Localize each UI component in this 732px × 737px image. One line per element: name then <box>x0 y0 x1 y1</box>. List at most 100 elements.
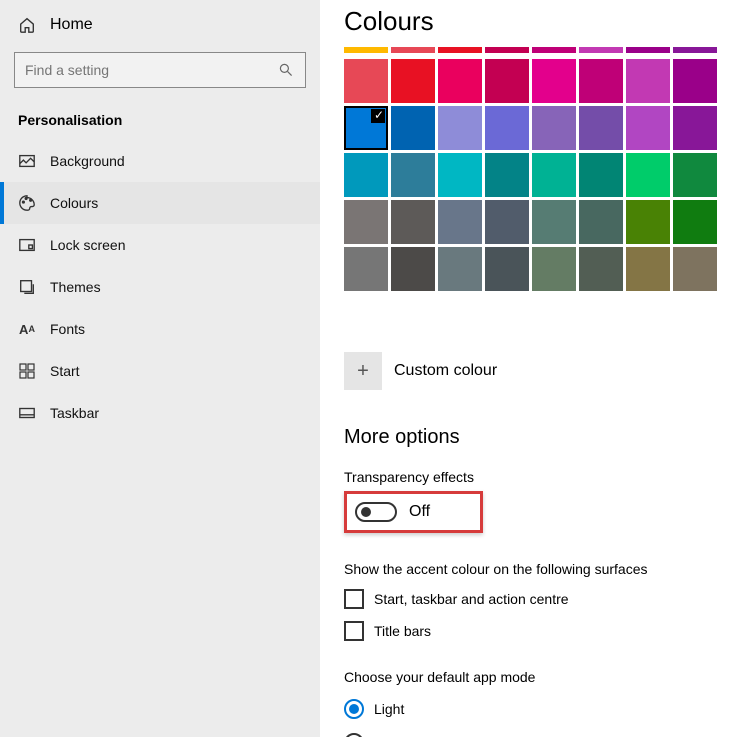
plus-icon[interactable]: + <box>344 352 382 390</box>
color-swatch[interactable] <box>579 59 623 103</box>
sidebar-item-lockscreen[interactable]: Lock screen <box>0 224 320 266</box>
accent-swatch <box>579 47 623 53</box>
color-swatch[interactable] <box>673 247 717 291</box>
home-icon <box>18 16 36 34</box>
sidebar-item-label: Start <box>50 363 80 379</box>
color-swatch[interactable] <box>438 200 482 244</box>
accent-preview-row <box>344 47 732 53</box>
checkbox-icon <box>344 621 364 641</box>
color-swatch[interactable] <box>673 59 717 103</box>
sidebar: Home Personalisation Background Colours … <box>0 0 320 737</box>
color-swatch[interactable] <box>532 247 576 291</box>
color-swatch[interactable] <box>626 200 670 244</box>
radio-icon <box>344 733 364 737</box>
sidebar-item-background[interactable]: Background <box>0 140 320 182</box>
sidebar-item-themes[interactable]: Themes <box>0 266 320 308</box>
sidebar-item-label: Lock screen <box>50 237 125 253</box>
main-content: Colours + Custom colour More options Tra… <box>320 0 732 737</box>
checkbox-label: Start, taskbar and action centre <box>374 591 569 607</box>
checkbox-title-bars[interactable]: Title bars <box>344 621 732 641</box>
color-swatch[interactable] <box>485 106 529 150</box>
fonts-icon: AA <box>18 320 36 338</box>
color-swatch[interactable] <box>344 200 388 244</box>
color-swatch[interactable] <box>391 106 435 150</box>
radio-dark[interactable]: Dark <box>344 733 732 737</box>
accent-swatch <box>673 47 717 53</box>
color-swatch[interactable] <box>532 200 576 244</box>
accent-swatch <box>626 47 670 53</box>
color-swatch[interactable] <box>579 200 623 244</box>
color-swatch[interactable] <box>438 59 482 103</box>
color-swatch[interactable] <box>391 200 435 244</box>
accent-swatch <box>391 47 435 53</box>
radio-light[interactable]: Light <box>344 699 732 719</box>
color-swatch[interactable] <box>485 59 529 103</box>
start-icon <box>18 362 36 380</box>
color-swatch[interactable] <box>391 59 435 103</box>
nav-home-label: Home <box>50 16 93 34</box>
color-swatch[interactable] <box>626 106 670 150</box>
toggle-knob <box>361 507 371 517</box>
sidebar-item-taskbar[interactable]: Taskbar <box>0 392 320 434</box>
nav-home[interactable]: Home <box>0 10 320 40</box>
color-swatch[interactable] <box>626 59 670 103</box>
color-swatch[interactable] <box>579 153 623 197</box>
sidebar-item-label: Taskbar <box>50 405 99 421</box>
sidebar-item-label: Background <box>50 153 125 169</box>
color-swatch[interactable] <box>626 153 670 197</box>
checkbox-label: Title bars <box>374 623 431 639</box>
sidebar-item-label: Colours <box>50 195 98 211</box>
sidebar-item-label: Fonts <box>50 321 85 337</box>
accent-swatch <box>438 47 482 53</box>
color-swatch[interactable] <box>532 59 576 103</box>
taskbar-icon <box>18 404 36 422</box>
color-swatch[interactable] <box>344 247 388 291</box>
color-swatch[interactable] <box>532 153 576 197</box>
color-swatch[interactable] <box>673 106 717 150</box>
page-title: Colours <box>344 6 732 37</box>
transparency-toggle[interactable] <box>355 502 397 522</box>
sidebar-item-colours[interactable]: Colours <box>0 182 320 224</box>
radio-icon <box>344 699 364 719</box>
app-mode-label: Choose your default app mode <box>344 669 732 685</box>
color-swatch[interactable] <box>344 59 388 103</box>
color-swatch[interactable] <box>438 153 482 197</box>
search-icon <box>277 61 295 79</box>
transparency-highlight: Off <box>344 491 483 533</box>
sidebar-item-label: Themes <box>50 279 101 295</box>
section-title: Personalisation <box>0 100 320 140</box>
custom-colour-row[interactable]: + Custom colour <box>344 352 732 390</box>
color-swatch[interactable] <box>485 200 529 244</box>
accent-swatch <box>532 47 576 53</box>
accent-swatch <box>485 47 529 53</box>
lock-screen-icon <box>18 236 36 254</box>
search-input[interactable] <box>25 62 268 78</box>
sidebar-item-fonts[interactable]: AA Fonts <box>0 308 320 350</box>
palette-icon <box>18 194 36 212</box>
color-swatch[interactable] <box>485 153 529 197</box>
radio-label: Light <box>374 701 404 717</box>
color-swatch[interactable] <box>579 106 623 150</box>
color-swatch[interactable] <box>391 247 435 291</box>
sidebar-item-start[interactable]: Start <box>0 350 320 392</box>
color-swatch[interactable] <box>673 153 717 197</box>
color-swatch[interactable] <box>485 247 529 291</box>
checkbox-icon <box>344 589 364 609</box>
more-options-heading: More options <box>344 426 732 449</box>
picture-icon <box>18 152 36 170</box>
color-swatch[interactable] <box>532 106 576 150</box>
checkbox-start-taskbar[interactable]: Start, taskbar and action centre <box>344 589 732 609</box>
custom-colour-label: Custom colour <box>394 362 497 380</box>
color-swatch[interactable] <box>391 153 435 197</box>
color-swatch[interactable] <box>344 153 388 197</box>
color-swatch[interactable] <box>344 106 388 150</box>
color-swatch[interactable] <box>438 247 482 291</box>
color-swatch[interactable] <box>438 106 482 150</box>
toggle-state-label: Off <box>409 503 430 521</box>
color-swatch[interactable] <box>673 200 717 244</box>
transparency-label: Transparency effects <box>344 469 732 485</box>
color-swatch[interactable] <box>626 247 670 291</box>
color-swatch[interactable] <box>579 247 623 291</box>
themes-icon <box>18 278 36 296</box>
search-box[interactable] <box>14 52 306 88</box>
